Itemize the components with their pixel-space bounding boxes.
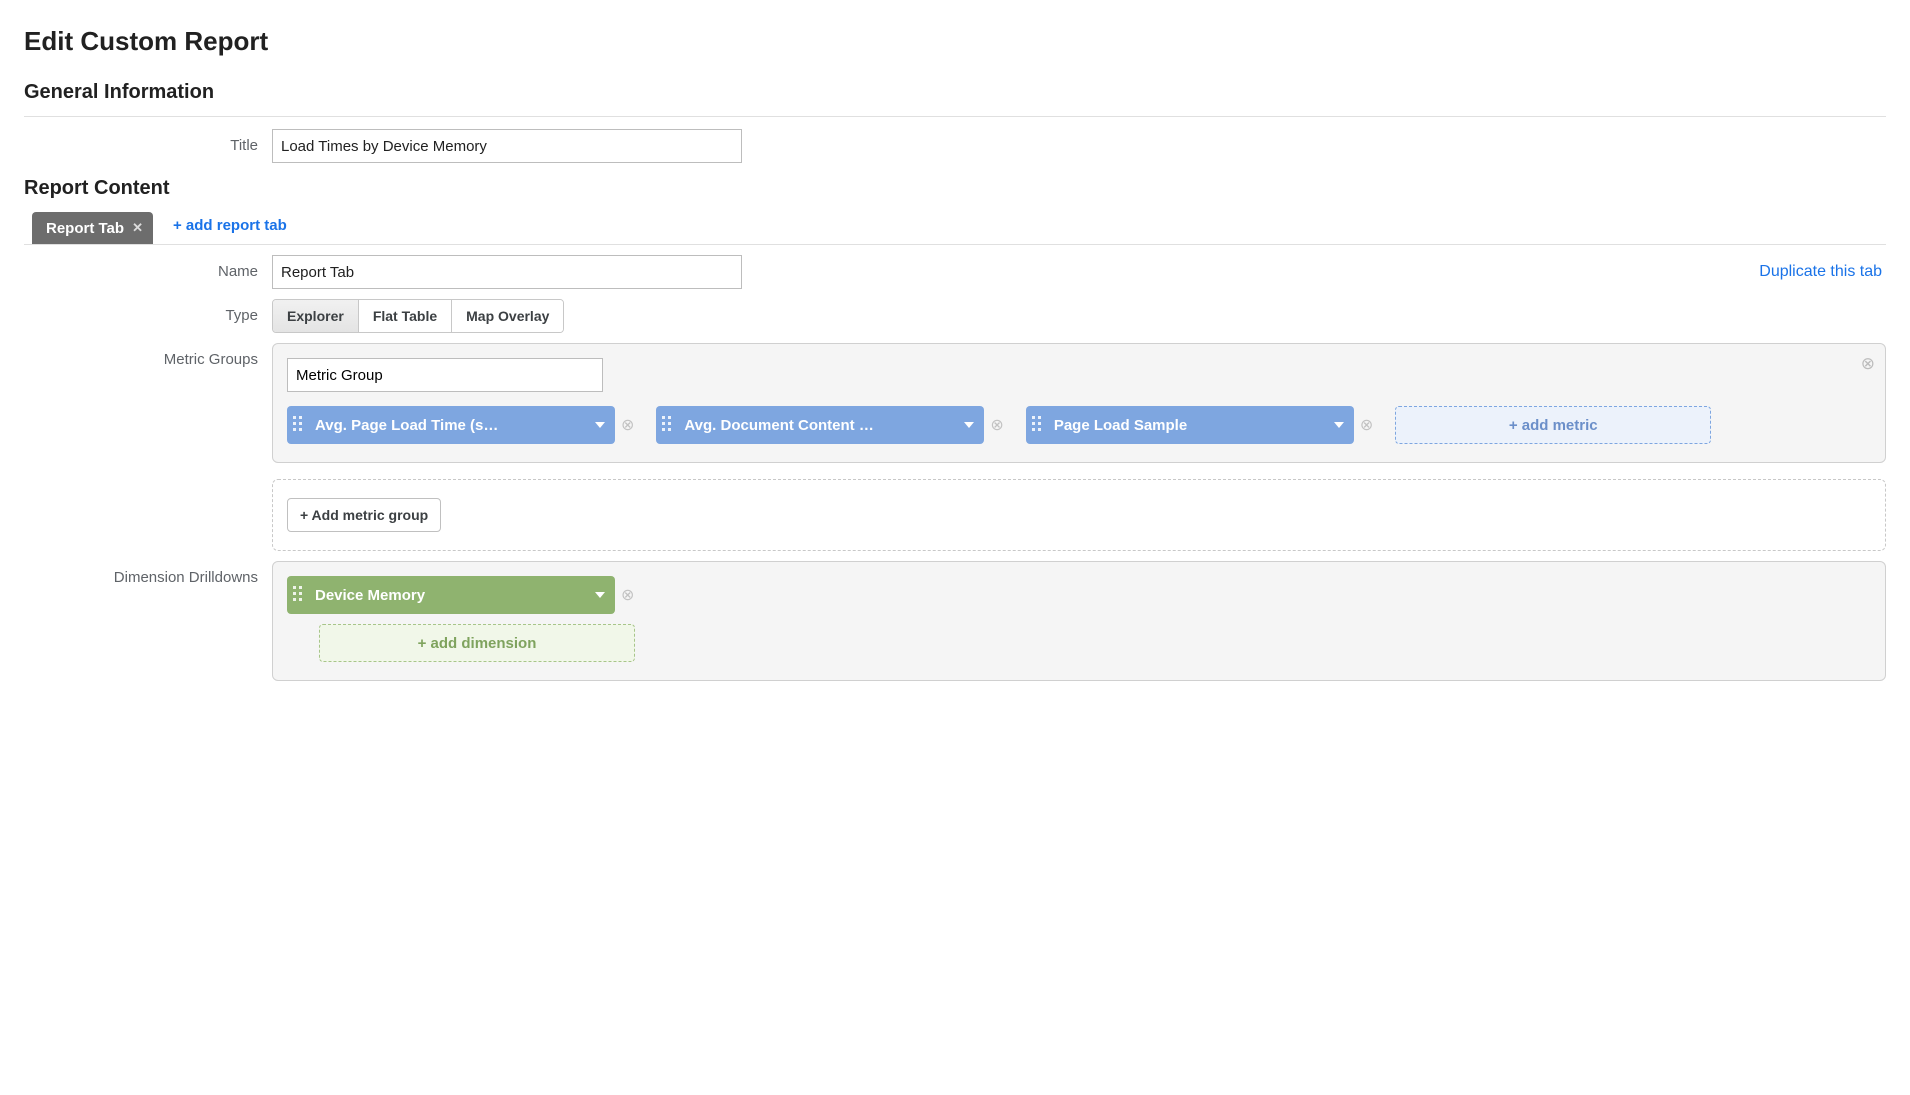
add-metric-group-button[interactable]: + Add metric group <box>287 498 441 532</box>
type-option-flat-table[interactable]: Flat Table <box>359 300 452 332</box>
dimension-item-0: Device Memory ⊗ <box>287 576 634 614</box>
page-title: Edit Custom Report <box>24 26 1886 57</box>
report-tab-chip[interactable]: Report Tab ✕ <box>32 212 153 244</box>
divider <box>24 116 1886 117</box>
remove-metric-icon[interactable]: ⊗ <box>1360 415 1373 435</box>
duplicate-tab-link[interactable]: Duplicate this tab <box>1759 263 1886 281</box>
report-tab-label: Report Tab <box>46 220 124 237</box>
drag-handle-icon[interactable] <box>293 416 307 434</box>
type-segmented-control: Explorer Flat Table Map Overlay <box>272 299 564 333</box>
metric-item-2: Page Load Sample ⊗ <box>1026 406 1373 444</box>
metric-label: Avg. Page Load Time (s… <box>315 417 587 434</box>
remove-metric-group-icon[interactable]: ⊗ <box>1861 354 1875 374</box>
type-option-map-overlay[interactable]: Map Overlay <box>452 300 563 332</box>
chevron-down-icon[interactable] <box>964 422 974 428</box>
metric-label: Page Load Sample <box>1054 417 1326 434</box>
section-general-heading: General Information <box>24 81 1886 110</box>
metric-groups-label: Metric Groups <box>24 343 272 377</box>
chevron-down-icon[interactable] <box>1334 422 1344 428</box>
title-label: Title <box>24 129 272 163</box>
metric-item-0: Avg. Page Load Time (s… ⊗ <box>287 406 634 444</box>
remove-dimension-icon[interactable]: ⊗ <box>621 585 634 605</box>
remove-metric-icon[interactable]: ⊗ <box>621 415 634 435</box>
add-report-tab-link[interactable]: + add report tab <box>173 217 287 240</box>
metric-group-name-input[interactable] <box>287 358 603 392</box>
dimension-drilldowns-panel: Device Memory ⊗ + add dimension <box>272 561 1886 681</box>
metric-pill[interactable]: Avg. Page Load Time (s… <box>287 406 615 444</box>
drag-handle-icon[interactable] <box>1032 416 1046 434</box>
drag-handle-icon[interactable] <box>662 416 676 434</box>
close-icon[interactable]: ✕ <box>132 220 143 236</box>
dimension-label: Device Memory <box>315 587 587 604</box>
metric-item-1: Avg. Document Content … ⊗ <box>656 406 1003 444</box>
metric-group-panel: ⊗ Avg. Page Load Time (s… ⊗ Avg. Documen… <box>272 343 1886 463</box>
metric-label: Avg. Document Content … <box>684 417 956 434</box>
drag-handle-icon[interactable] <box>293 586 307 604</box>
add-metric-group-panel: + Add metric group <box>272 479 1886 551</box>
section-content-heading: Report Content <box>24 177 1886 206</box>
chevron-down-icon[interactable] <box>595 592 605 598</box>
add-dimension-button[interactable]: + add dimension <box>319 624 635 662</box>
title-input[interactable] <box>272 129 742 163</box>
metric-pill[interactable]: Page Load Sample <box>1026 406 1354 444</box>
remove-metric-icon[interactable]: ⊗ <box>990 415 1003 435</box>
report-tabs-strip: Report Tab ✕ + add report tab <box>24 212 1886 245</box>
type-label: Type <box>24 299 272 333</box>
chevron-down-icon[interactable] <box>595 422 605 428</box>
add-metric-button[interactable]: + add metric <box>1395 406 1711 444</box>
report-name-input[interactable] <box>272 255 742 289</box>
metric-pill[interactable]: Avg. Document Content … <box>656 406 984 444</box>
name-label: Name <box>24 255 272 289</box>
type-option-explorer[interactable]: Explorer <box>273 300 359 332</box>
dimension-pill[interactable]: Device Memory <box>287 576 615 614</box>
dimension-drilldowns-label: Dimension Drilldowns <box>24 561 272 595</box>
